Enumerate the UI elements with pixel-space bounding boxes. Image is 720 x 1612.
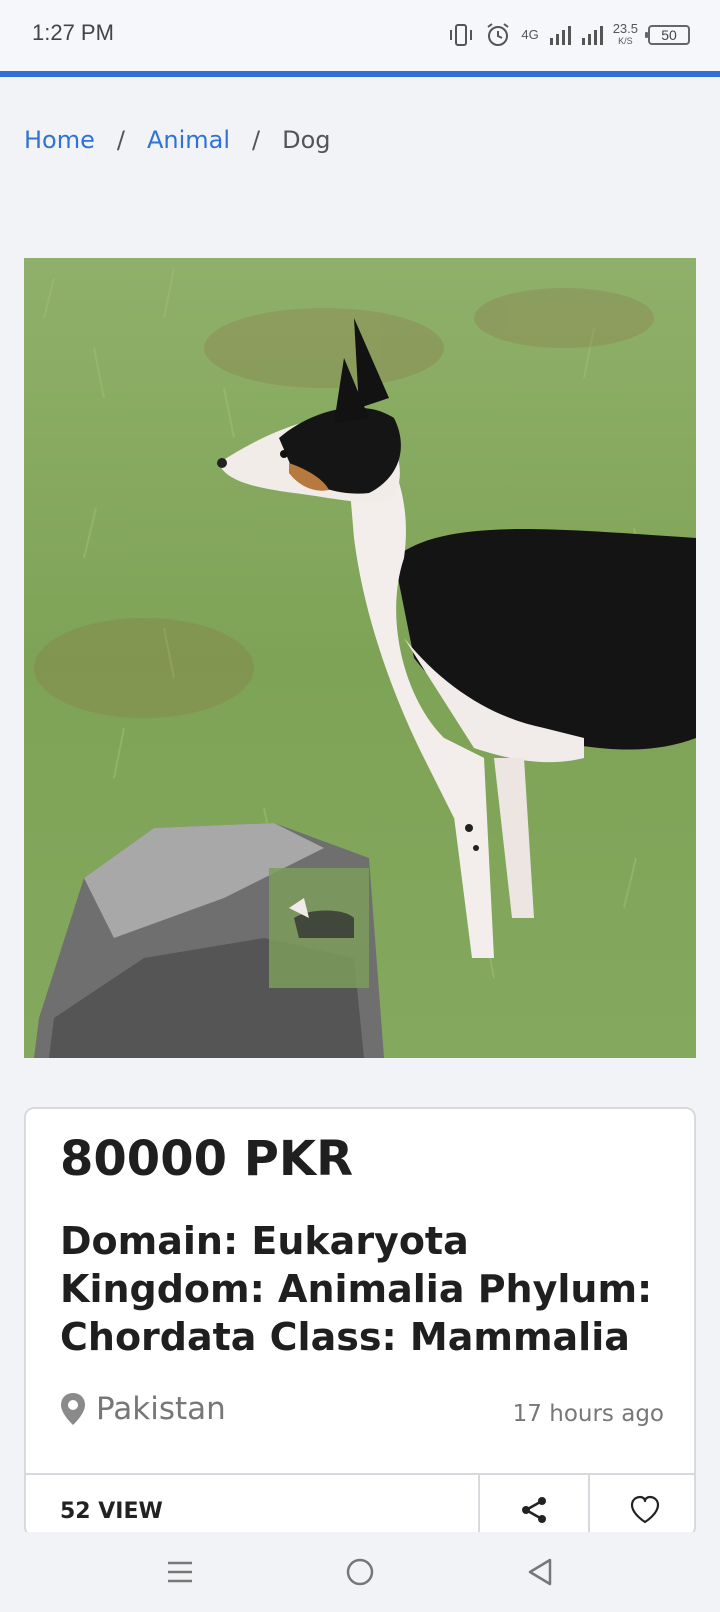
vibrate-icon [450, 24, 473, 46]
nav-home[interactable] [338, 1550, 382, 1594]
breadcrumb-separator: / [252, 126, 261, 154]
nav-recent-apps[interactable] [158, 1550, 202, 1594]
status-bar: 1:27 PM 4G 23.5 K/S 50 [0, 0, 720, 72]
battery-icon: 50 [645, 25, 690, 45]
breadcrumb-home[interactable]: Home [24, 126, 95, 154]
nav-back[interactable] [518, 1550, 562, 1594]
status-time: 1:27 PM [32, 20, 114, 45]
signal-icon-2 [581, 26, 603, 45]
card-footer: 52 VIEW [26, 1473, 694, 1535]
product-image[interactable] [24, 258, 696, 1058]
map-pin-icon [61, 1393, 85, 1425]
view-count: 52 VIEW [60, 1499, 163, 1524]
listing-title: Domain: Eukaryota Kingdom: Animalia Phyl… [60, 1219, 653, 1359]
net-speed: 23.5 K/S [612, 21, 638, 46]
alarm-icon [487, 23, 509, 46]
breadcrumb: Home / Animal / Dog [24, 126, 331, 154]
listing-location: Pakistan [60, 1391, 226, 1427]
listing-price: 80000 PKR [60, 1131, 354, 1187]
breadcrumb-animal[interactable]: Animal [147, 126, 230, 154]
posted-time: 17 hours ago [512, 1401, 664, 1427]
dog-photo [24, 258, 696, 1058]
system-nav-bar [0, 1532, 720, 1612]
page-load-bar [0, 71, 720, 77]
listing-card: 80000 PKR Domain: Eukaryota Kingdom: Ani… [24, 1107, 696, 1537]
menu-icon [168, 1561, 192, 1583]
status-icons: 4G 23.5 K/S 50 [447, 18, 690, 52]
network-type: 4G [521, 27, 539, 42]
heart-icon [630, 1495, 660, 1524]
share-icon [522, 1497, 546, 1523]
favorite-button[interactable] [588, 1475, 694, 1535]
location-text: Pakistan [96, 1391, 226, 1427]
battery-level: 50 [661, 27, 677, 43]
breadcrumb-separator: / [116, 126, 125, 154]
home-circle-icon [346, 1558, 374, 1586]
back-triangle-icon [528, 1558, 552, 1586]
breadcrumb-current: Dog [282, 126, 331, 154]
share-button[interactable] [478, 1475, 588, 1535]
signal-icon [549, 26, 571, 45]
